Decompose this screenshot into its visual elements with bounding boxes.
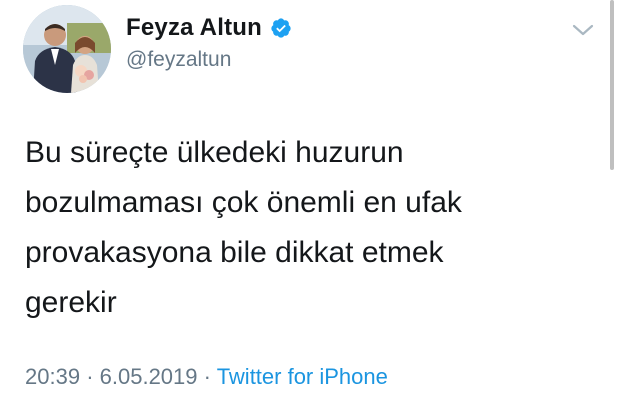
tweet-text: Bu süreçte ülkedeki huzurun bozulmaması … [25, 128, 585, 328]
author-display-name[interactable]: Feyza Altun [126, 14, 262, 42]
verified-badge-icon [270, 17, 292, 39]
meta-separator: · [86, 364, 94, 389]
tweet-card: Feyza Altun @feyzaltun Bu süreçte ülkede… [0, 0, 620, 415]
tweet-date[interactable]: 6.05.2019 [100, 364, 198, 389]
avatar-photo [23, 5, 111, 93]
chevron-down-icon[interactable] [570, 20, 596, 40]
author-name-row[interactable]: Feyza Altun [126, 14, 292, 42]
tweet-text-line: Bu süreçte ülkedeki huzurun [25, 136, 404, 169]
avatar[interactable] [23, 5, 111, 93]
tweet-text-line: gerekir [25, 286, 117, 319]
tweet-text-line: bozulmaması çok önemli en ufak [25, 186, 462, 219]
tweet-time[interactable]: 20:39 [25, 364, 80, 389]
author-handle[interactable]: @feyzaltun [126, 48, 231, 72]
tweet-text-line: provakasyona bile dikkat etmek [25, 236, 444, 269]
tweet-meta: 20:39 · 6.05.2019 · Twitter for iPhone [25, 364, 388, 390]
scrollbar-thumb[interactable] [610, 0, 614, 170]
tweet-source-link[interactable]: Twitter for iPhone [217, 364, 388, 389]
meta-separator: · [203, 364, 211, 389]
